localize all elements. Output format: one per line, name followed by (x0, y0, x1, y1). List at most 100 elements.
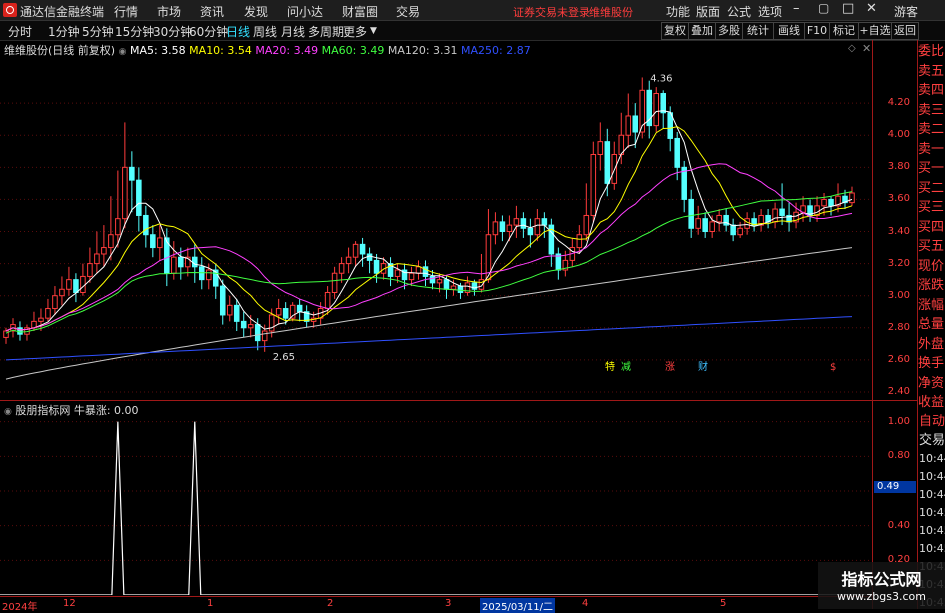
candle (59, 276, 65, 306)
stock-name-title: 维维股份 (589, 6, 633, 19)
menu-formula[interactable]: 公式 (727, 3, 751, 20)
menu-discover[interactable]: 发现 (244, 3, 268, 20)
candle (45, 298, 51, 322)
candle (765, 209, 771, 229)
candle (101, 225, 107, 267)
time-axis: 2024年 12 1 2 3 2025/03/11/二 4 5 (0, 596, 872, 613)
candle (366, 247, 373, 274)
diamond-icon[interactable]: ◇ (848, 43, 856, 54)
app-logo-icon (3, 3, 17, 17)
candle (171, 241, 177, 280)
x-label-2024: 2024年 (2, 602, 38, 613)
auto-label[interactable]: 自动 (919, 412, 945, 432)
event-flag-2: 涨 (665, 361, 675, 373)
menu-options[interactable]: 选项 (758, 3, 782, 20)
candlestick-chart[interactable]: 4.36 2.65 特减 涨 财 $ (0, 55, 872, 400)
period-intraday[interactable]: 分时 (8, 23, 32, 40)
quote-label-13: 涨幅 (918, 297, 945, 313)
quote-label-15: 外盘 (918, 336, 945, 352)
event-flag-3: 财 (698, 360, 708, 373)
candle (136, 167, 142, 232)
menu-function[interactable]: 功能 (666, 3, 690, 20)
period-more[interactable]: 更多 (343, 23, 367, 40)
ma60-line (5, 191, 853, 334)
draw-button[interactable]: 画线 (773, 22, 805, 40)
multi-stock-button[interactable]: 多股 (715, 22, 743, 40)
price-tick: 3.00 (887, 289, 910, 301)
menu-wealth[interactable]: 财富圈 (342, 3, 378, 20)
quote-label-12: 涨跌 (918, 278, 945, 293)
more-chevron-icon[interactable]: ▼ (370, 26, 377, 36)
candle (499, 215, 506, 242)
period-daily[interactable]: 日线 (226, 23, 250, 40)
candle (849, 186, 855, 206)
back-button[interactable]: 返回 (891, 22, 919, 40)
menu-trade[interactable]: 交易 (396, 3, 420, 20)
period-multi[interactable]: 多周期 (308, 23, 344, 40)
quote-label-8: 买三 (918, 200, 945, 215)
ma120-line (5, 247, 853, 380)
quote-label-5: 卖一 (918, 141, 945, 157)
candle (597, 122, 604, 171)
close-chart-icon[interactable]: ✕ (862, 42, 871, 55)
candle (625, 93, 632, 149)
candle (296, 298, 303, 322)
x-label-1: 1 (207, 598, 214, 609)
pane-divider (0, 400, 918, 401)
high-price-label: 4.36 (650, 73, 672, 84)
close-icon[interactable]: ✕ (866, 1, 877, 16)
period-1min[interactable]: 1分钟 (48, 23, 80, 40)
period-weekly[interactable]: 周线 (253, 23, 277, 40)
menu-news[interactable]: 资讯 (200, 3, 224, 20)
period-toolbar: 分时 1分钟 5分钟 15分钟 30分钟 60分钟 日线 周线 月线 多周期 更… (0, 21, 945, 41)
add-watchlist-button[interactable]: +自选 (858, 22, 892, 40)
maximize-icon[interactable]: □ (842, 1, 854, 16)
mark-button[interactable]: 标记 (829, 22, 859, 40)
stats-button[interactable]: 统计 (742, 22, 774, 40)
low-price-label: 2.65 (273, 352, 295, 363)
minimize-icon[interactable]: – (793, 1, 800, 16)
quote-label-14: 总量 (918, 317, 945, 332)
candle (233, 298, 240, 331)
candle (150, 225, 156, 258)
period-monthly[interactable]: 月线 (281, 23, 305, 40)
candle (681, 160, 687, 213)
menu-ask[interactable]: 问小达 (287, 3, 323, 20)
menu-quotes[interactable]: 行情 (114, 3, 138, 20)
candle (87, 247, 93, 283)
candle (583, 183, 590, 242)
candle (646, 80, 653, 139)
x-label-3: 3 (445, 598, 452, 609)
period-15min[interactable]: 15分钟 (115, 23, 154, 40)
candle (157, 225, 163, 261)
candle (702, 212, 708, 238)
f10-button[interactable]: F10 (804, 22, 830, 40)
restore-icon[interactable]: ▢ (818, 1, 829, 15)
login-status[interactable]: 证券交易未登录 (513, 4, 590, 20)
candle (303, 305, 310, 328)
candle (548, 218, 555, 267)
x-label-5: 5 (720, 598, 727, 609)
guest-label[interactable]: 游客 (894, 3, 918, 20)
trade-time-1: 10:44 (919, 470, 945, 483)
adjust-button[interactable]: 复权 (661, 22, 689, 40)
candle (275, 298, 282, 325)
period-5min[interactable]: 5分钟 (82, 23, 114, 40)
quote-label-4: 卖二 (918, 122, 945, 137)
trade-time-4: 10:45 (919, 524, 945, 537)
overlay-button[interactable]: 叠加 (688, 22, 716, 40)
candle (513, 205, 520, 238)
trade-time-2: 10:44 (919, 488, 945, 501)
period-60min[interactable]: 60分钟 (189, 23, 228, 40)
event-flag-1: 减 (621, 361, 631, 373)
axis-divider (872, 40, 873, 609)
indicator-chart[interactable] (0, 413, 872, 595)
candle (52, 286, 58, 315)
candle (716, 209, 722, 232)
title-bar: 通达信金融终端 行情 市场 资讯 发现 问小达 财富圈 交易 证券交易未登录 维… (0, 0, 945, 21)
trade-label[interactable]: 交易 (919, 431, 945, 451)
menu-layout[interactable]: 版面 (696, 3, 720, 20)
period-30min[interactable]: 30分钟 (153, 23, 192, 40)
menu-market[interactable]: 市场 (157, 3, 181, 20)
candle (352, 241, 359, 267)
